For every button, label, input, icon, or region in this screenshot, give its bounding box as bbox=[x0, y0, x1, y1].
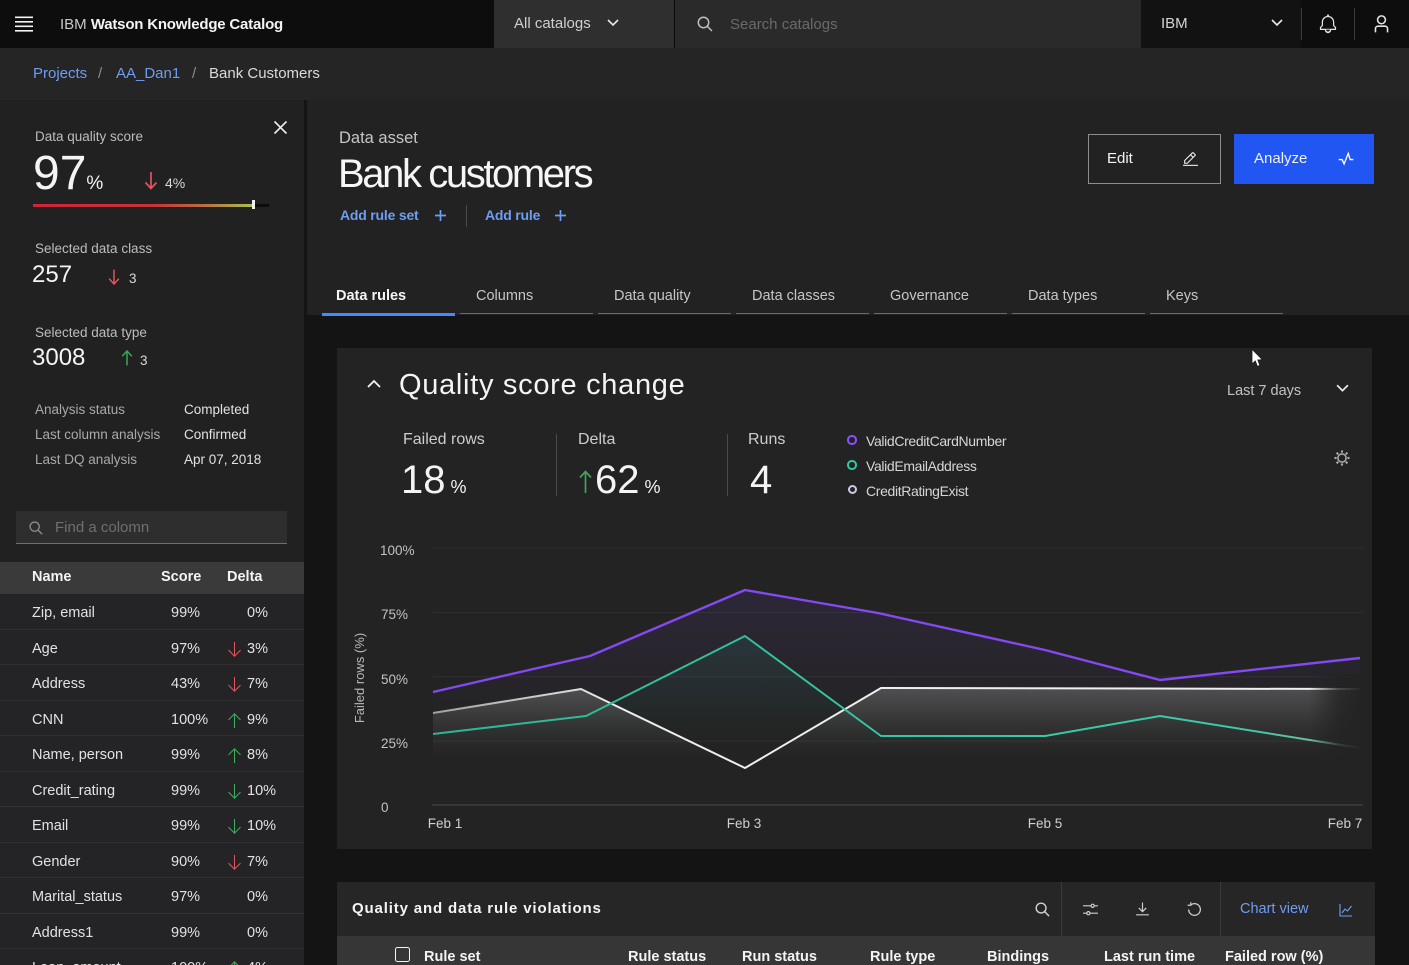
svg-text:Feb 5: Feb 5 bbox=[1028, 816, 1063, 831]
svg-text:Feb 3: Feb 3 bbox=[727, 816, 762, 831]
svg-text:100%: 100% bbox=[380, 543, 415, 558]
svg-text:Feb 7: Feb 7 bbox=[1328, 816, 1363, 831]
svg-text:25%: 25% bbox=[381, 736, 408, 751]
svg-text:0: 0 bbox=[381, 800, 389, 815]
svg-text:75%: 75% bbox=[381, 607, 408, 622]
svg-text:50%: 50% bbox=[381, 672, 408, 687]
svg-text:Failed rows (%): Failed rows (%) bbox=[352, 633, 367, 723]
svg-text:Feb 1: Feb 1 bbox=[428, 816, 463, 831]
